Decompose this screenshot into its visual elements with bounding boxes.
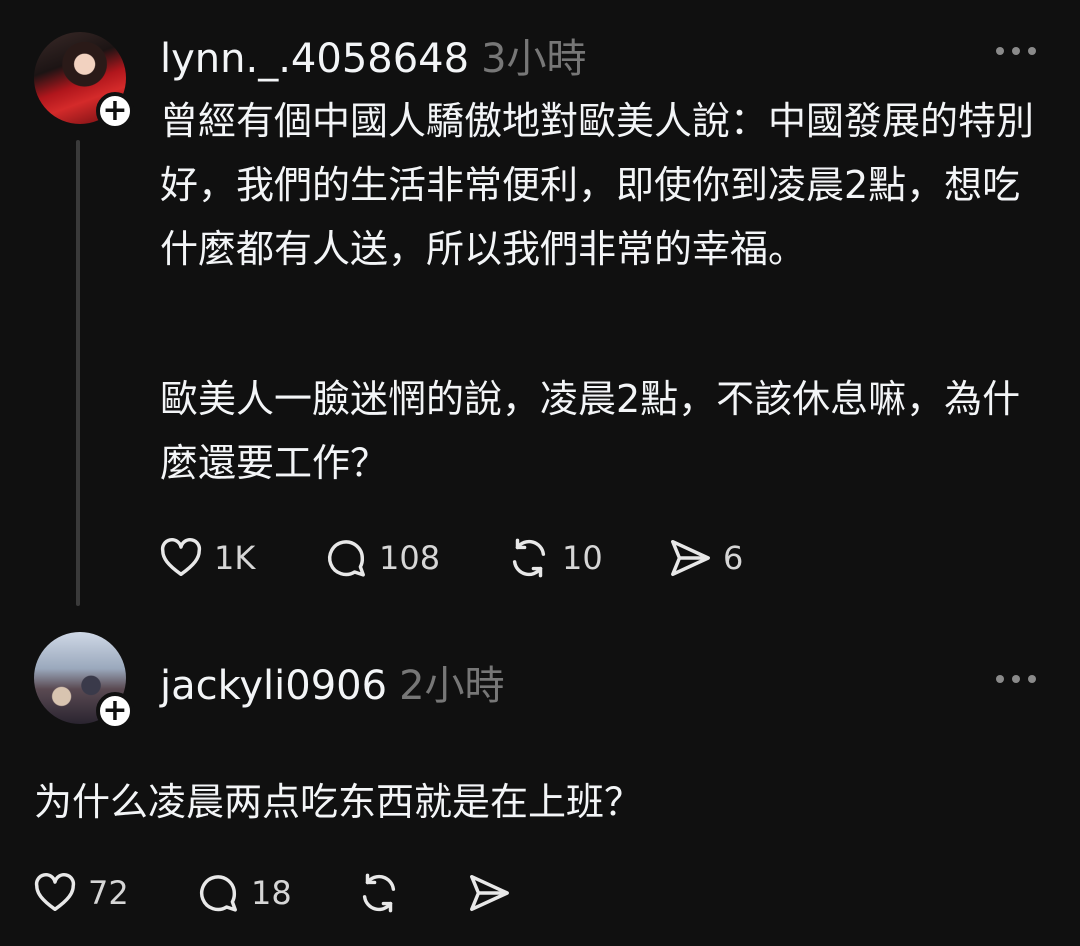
more-dots-icon[interactable] — [996, 675, 1036, 685]
post-header: lynn._.4058648 3小時 — [160, 26, 587, 84]
comment-button[interactable]: 18 — [195, 868, 292, 918]
username[interactable]: lynn._.4058648 — [160, 36, 469, 82]
heart-icon — [160, 537, 202, 577]
plus-icon: + — [102, 693, 128, 728]
share-count: 6 — [723, 539, 744, 577]
repost-icon — [512, 538, 546, 578]
post-body-paragraph: 曾經有個中國人驕傲地對歐美人說：中國發展的特別好，我們的生活非常便利，即使你到凌… — [160, 99, 1035, 271]
send-icon — [671, 539, 710, 577]
repost-count: 10 — [562, 539, 603, 577]
reply-body: 为什么凌晨两点吃东西就是在上班？ — [34, 780, 643, 824]
more-dots-icon[interactable] — [996, 47, 1036, 57]
comment-bubble-icon — [200, 875, 237, 912]
comment-count: 18 — [251, 874, 292, 912]
comment-bubble-icon — [328, 540, 365, 577]
comment-count: 108 — [379, 539, 441, 577]
send-icon — [470, 874, 509, 912]
repost-button[interactable] — [356, 868, 402, 918]
thread-line — [76, 140, 80, 606]
reply-time: 2小時 — [399, 663, 505, 709]
post-time: 3小時 — [481, 36, 587, 82]
comment-button[interactable]: 108 — [323, 533, 440, 583]
like-button[interactable]: 72 — [32, 868, 129, 918]
heart-icon — [34, 872, 76, 912]
share-button[interactable] — [466, 868, 512, 918]
share-button[interactable]: 6 — [667, 533, 743, 583]
plus-icon: + — [102, 93, 128, 128]
repost-button[interactable]: 10 — [506, 533, 603, 583]
repost-icon — [362, 873, 396, 913]
like-count: 1K — [214, 539, 256, 577]
follow-button[interactable]: + — [96, 692, 134, 730]
like-count: 72 — [88, 874, 129, 912]
reply-header: jackyli0906 2小時 — [160, 653, 505, 711]
like-button[interactable]: 1K — [158, 533, 255, 583]
reply-avatar-wrap[interactable]: + — [34, 632, 134, 730]
post-avatar-wrap[interactable]: + — [34, 32, 134, 130]
username[interactable]: jackyli0906 — [160, 663, 387, 709]
follow-button[interactable]: + — [96, 92, 134, 130]
post-body-paragraph: 歐美人一臉迷惘的說，凌晨2點，不該休息嘛，為什麼還要工作？ — [160, 377, 1021, 485]
